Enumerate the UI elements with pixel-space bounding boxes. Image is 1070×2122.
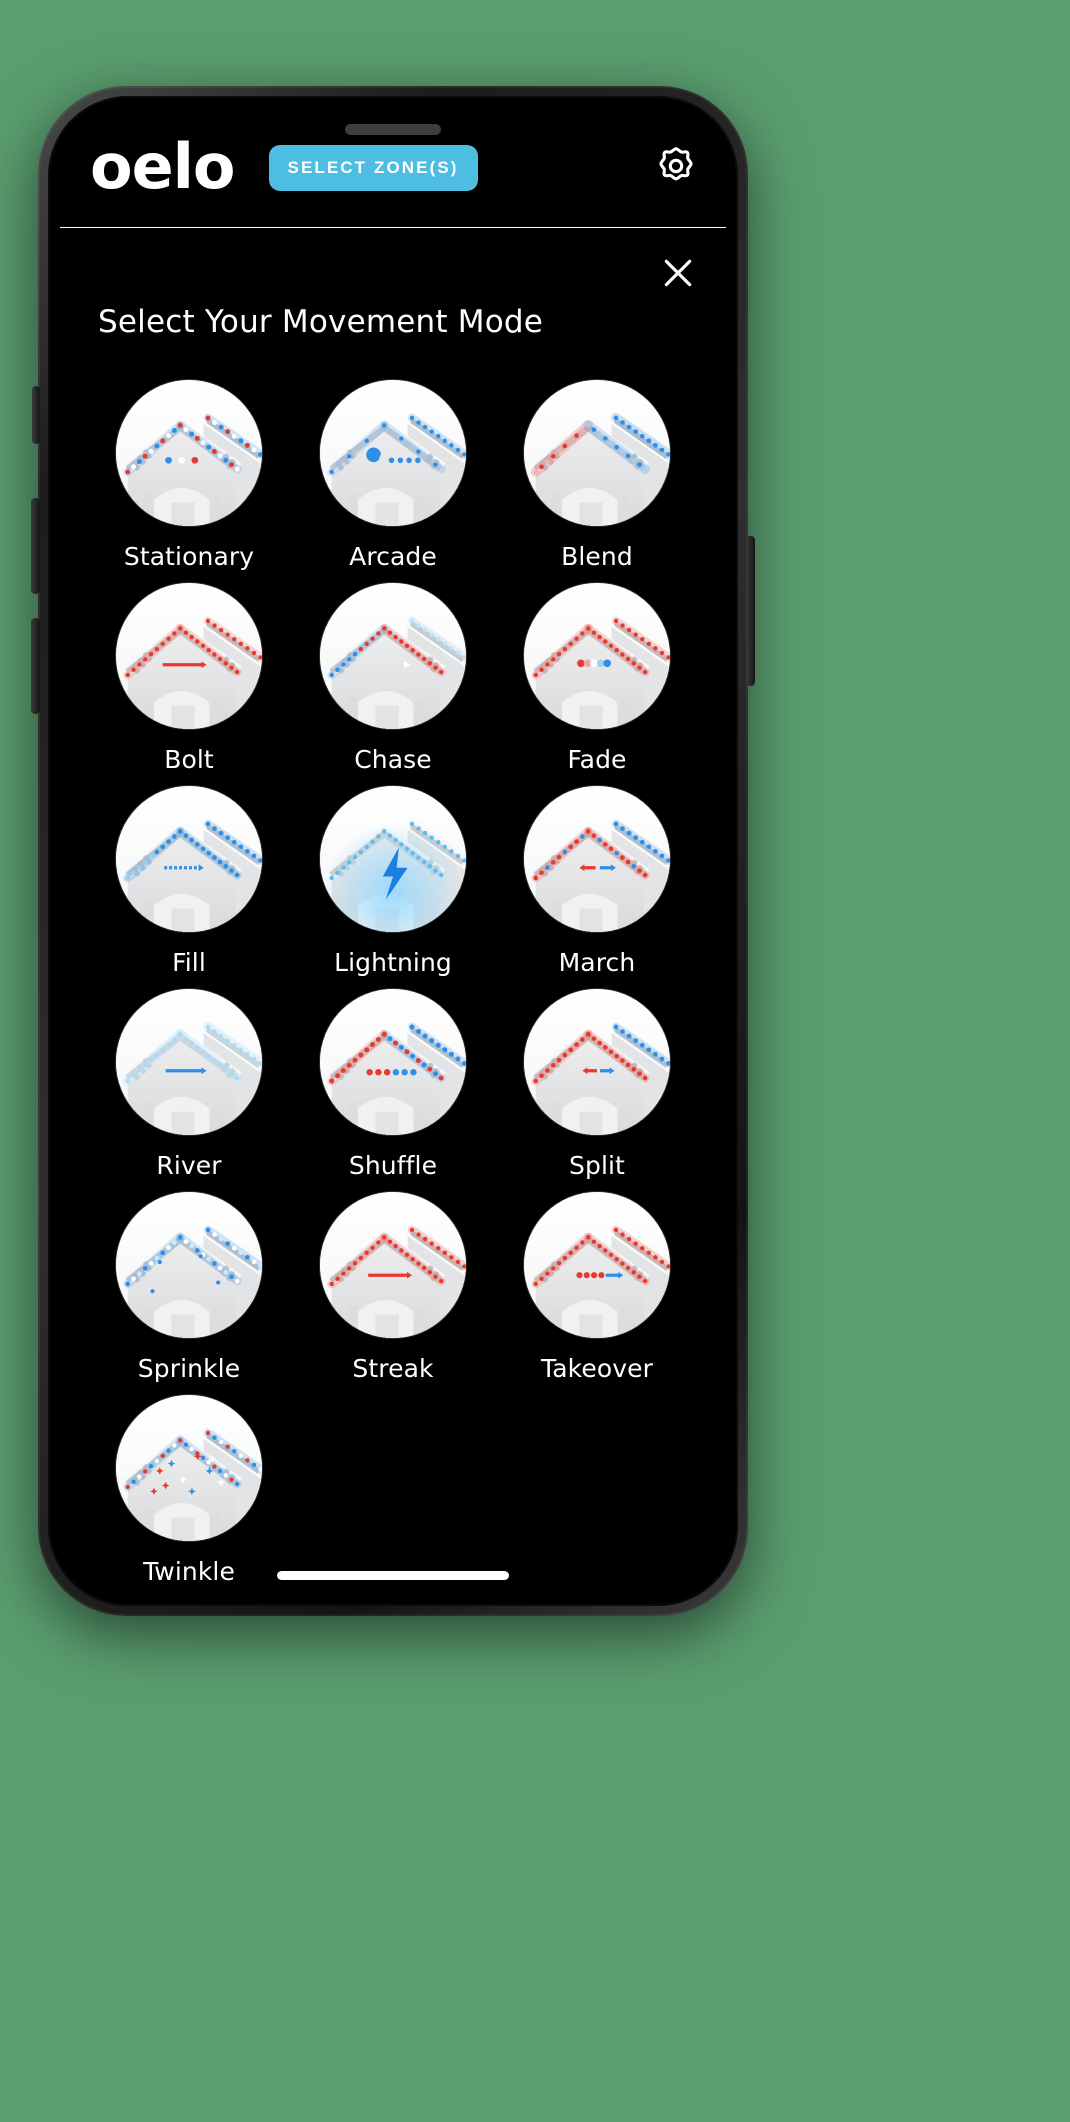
mode-tile-chase[interactable]: Chase	[294, 583, 492, 774]
close-icon	[658, 253, 698, 296]
mode-label: Shuffle	[348, 1151, 438, 1180]
select-zones-button[interactable]: SELECT ZONE(S)	[268, 144, 478, 191]
mode-tile-bolt[interactable]: Bolt	[90, 583, 288, 774]
mode-thumbnail-soft-blend-icon	[524, 380, 670, 526]
mode-label: Sprinkle	[137, 1354, 241, 1383]
mode-thumbnail-fade-dots-icon	[524, 583, 670, 729]
mode-thumbnail-shuffle-dots-icon	[320, 989, 466, 1135]
mode-tile-shuffle[interactable]: Shuffle	[294, 989, 492, 1180]
mode-label: Arcade	[349, 542, 437, 571]
mode-thumbnail-fill-arrow-right-icon	[116, 786, 262, 932]
mode-thumbnail-march-arrows-icon	[524, 786, 670, 932]
mode-thumbnail-river-arrow-icon	[116, 989, 262, 1135]
brand-logo: oelo	[90, 130, 235, 204]
power-button[interactable]	[746, 536, 755, 686]
mode-tile-split[interactable]: Split	[498, 989, 696, 1180]
mode-thumbnail-gradient-arrow-right-icon	[320, 583, 466, 729]
mode-label: Fill	[172, 948, 206, 977]
mode-label: Stationary	[123, 542, 255, 571]
mode-label: Fade	[567, 745, 627, 774]
movement-mode-grid: Stationary Arcade Blend Bolt Chase Fade …	[60, 340, 726, 1586]
mode-tile-river[interactable]: River	[90, 989, 288, 1180]
mode-thumbnail-static-dots-icon	[116, 380, 262, 526]
mode-thumbnail-takeover-arrow-icon	[524, 1192, 670, 1338]
mode-tile-arcade[interactable]: Arcade	[294, 380, 492, 571]
mode-label: Streak	[352, 1354, 434, 1383]
mode-tile-sprinkle[interactable]: Sprinkle	[90, 1192, 288, 1383]
mode-label: March	[558, 948, 636, 977]
mode-label: Twinkle	[143, 1557, 235, 1586]
mode-label: Bolt	[164, 745, 214, 774]
mode-tile-lightning[interactable]: Lightning	[294, 786, 492, 977]
mode-label: Blend	[561, 542, 633, 571]
mode-tile-fade[interactable]: Fade	[498, 583, 696, 774]
settings-button[interactable]	[652, 144, 700, 192]
mode-tile-twinkle[interactable]: Twinkle	[90, 1395, 288, 1586]
mode-label: River	[156, 1151, 222, 1180]
movement-mode-panel: Select Your Movement Mode Stationary Arc…	[60, 228, 726, 1594]
mode-tile-march[interactable]: March	[498, 786, 696, 977]
silent-switch[interactable]	[32, 386, 40, 444]
page-title: Select Your Movement Mode	[98, 304, 544, 340]
phone-frame: oelo SELECT ZONE(S) Select Your Movement…	[31, 86, 755, 1616]
mode-label: Takeover	[541, 1354, 653, 1383]
gear-icon	[654, 144, 698, 191]
volume-up-button[interactable]	[31, 498, 40, 594]
mode-tile-takeover[interactable]: Takeover	[498, 1192, 696, 1383]
mode-label: Chase	[354, 745, 432, 774]
mode-label: Lightning	[334, 948, 452, 977]
home-indicator	[277, 1571, 509, 1580]
phone-screen: oelo SELECT ZONE(S) Select Your Movement…	[60, 108, 726, 1594]
mode-thumbnail-streak-arrow-icon	[320, 1192, 466, 1338]
volume-down-button[interactable]	[31, 618, 40, 714]
mode-thumbnail-arrow-right-icon	[116, 583, 262, 729]
mode-thumbnail-lightning-bolt-icon	[320, 786, 466, 932]
mode-label: Split	[569, 1151, 625, 1180]
earpiece-speaker	[345, 124, 441, 135]
mode-tile-blend[interactable]: Blend	[498, 380, 696, 571]
close-button[interactable]	[652, 248, 704, 300]
mode-thumbnail-split-arrows-icon	[524, 989, 670, 1135]
mode-thumbnail-twinkle-sparkles-icon	[116, 1395, 262, 1541]
mode-thumbnail-sprinkle-dots-icon	[116, 1192, 262, 1338]
mode-tile-streak[interactable]: Streak	[294, 1192, 492, 1383]
mode-tile-stationary[interactable]: Stationary	[90, 380, 288, 571]
mode-thumbnail-pacman-icon	[320, 380, 466, 526]
mode-tile-fill[interactable]: Fill	[90, 786, 288, 977]
